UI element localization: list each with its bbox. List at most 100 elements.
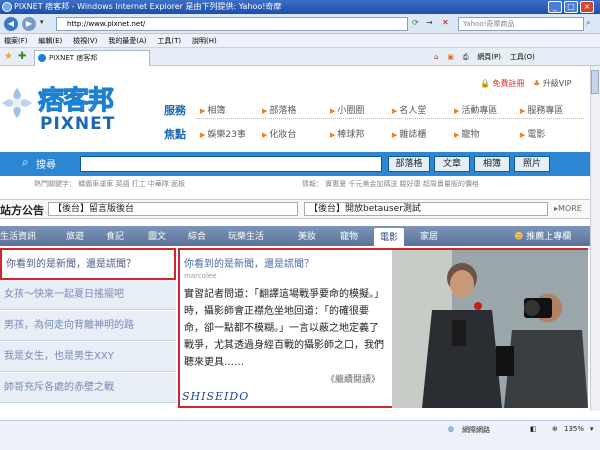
site-favicon-icon [38, 54, 46, 62]
tab-toolbar-row: ★ ✚ PIXNET 痞客邦 ⌂ ▣ ⎙ 網頁(P) 工具(O) [0, 48, 600, 66]
announcement-more-link[interactable]: ▸MORE [554, 204, 582, 213]
nav-events[interactable]: 活動專區 [461, 106, 497, 116]
go-icon[interactable]: → [426, 18, 433, 27]
menu-tools[interactable]: 工具(T) [153, 34, 185, 48]
arrow-icon: ▶ [392, 107, 398, 115]
recent-pages-icon[interactable]: ▾ [40, 18, 44, 26]
tab-leisure[interactable]: 玩樂生活 [228, 229, 264, 242]
globe-icon: ◍ [448, 425, 455, 433]
list-item[interactable]: 我是女生，也是男生XXY [0, 342, 176, 372]
site-search-input[interactable] [80, 156, 382, 172]
protected-mode-icon: ◧ [530, 425, 537, 433]
zoom-dropdown-icon[interactable]: ▾ [590, 425, 594, 433]
pixnet-logo[interactable]: 痞客邦 PIXNET [0, 80, 150, 144]
arrow-icon: ▶ [330, 107, 336, 115]
address-bar[interactable]: http://www.pixnet.net/ [56, 17, 408, 31]
add-favorite-icon[interactable]: ✚ [18, 51, 26, 62]
announcement-item-1[interactable]: 【後台】留言版後台 [48, 202, 298, 216]
zoom-icon[interactable]: ⊕ [552, 425, 558, 433]
nav-baseball[interactable]: 棒球邦 [337, 130, 364, 140]
favorites-star-icon[interactable]: ★ [4, 51, 13, 62]
search-album-button[interactable]: 相簿 [474, 156, 510, 172]
nav-celebrity[interactable]: 名人堂 [399, 106, 426, 116]
logo-chinese: 痞客邦 [37, 86, 114, 117]
home-icon[interactable]: ⌂ [434, 53, 438, 61]
search-blog-button[interactable]: 部落格 [388, 156, 430, 172]
refresh-icon[interactable]: ⟳ [412, 18, 419, 27]
nav-category-services: 服務 [164, 104, 186, 117]
scrollbar-thumb[interactable] [591, 70, 599, 94]
feature-author[interactable]: marcolee [184, 272, 217, 280]
nav-category-focus: 焦點 [164, 128, 186, 141]
search-photo-button[interactable]: 照片 [514, 156, 550, 172]
menu-view[interactable]: 檢視(V) [69, 34, 101, 48]
focus-nav-row: 焦點 ▶ 娛樂23事 ▶ 化妝台 ▶ 棒球邦 ▶ 雜誌櫃 ▶ 寵物 ▶ 電影 [164, 126, 584, 142]
arrow-icon: ▶ [392, 131, 398, 139]
tab-pets[interactable]: 寵物 [340, 229, 358, 242]
register-link[interactable]: 免費註冊 [493, 79, 525, 88]
nav-pets[interactable]: 寵物 [461, 130, 479, 140]
nav-blog[interactable]: 部落格 [269, 106, 296, 116]
list-item-label: 你看到的是新聞，還是謊聞？ [6, 259, 136, 270]
print-icon[interactable]: ⎙ [463, 53, 469, 61]
close-button[interactable]: × [580, 1, 594, 13]
feature-photo[interactable] [392, 250, 588, 408]
nav-ent23[interactable]: 娛樂23事 [207, 130, 245, 140]
menu-edit[interactable]: 編輯(E) [34, 34, 66, 48]
hot-keywords[interactable]: 熱門關鍵字： 轎霸車運車 英語 打工 中華隊 面板 [34, 177, 185, 191]
menu-favorites[interactable]: 我的最愛(A) [104, 34, 150, 48]
stop-icon[interactable]: ✕ [442, 18, 449, 27]
page-scrollbar[interactable] [590, 66, 600, 411]
list-item[interactable]: 帥哥充斥各處的赤壁之戰 [0, 373, 176, 403]
tab-home[interactable]: 家居 [420, 229, 438, 242]
list-item[interactable]: 女孩～快來一起夏日搖擺吧 [0, 280, 176, 310]
tools-menu[interactable]: 工具(O) [510, 53, 535, 61]
zoom-level[interactable]: 135% [564, 425, 584, 433]
tab-food[interactable]: 食記 [106, 229, 124, 242]
vip-link[interactable]: 升級VIP [543, 79, 572, 88]
nav-group[interactable]: 小圈圈 [337, 106, 364, 116]
feature-title[interactable]: 你看到的是新聞，還是謊聞？ [184, 255, 314, 270]
maximize-button[interactable]: □ [564, 1, 578, 13]
list-item-label: 男孩，為何走向背離神明的路 [4, 320, 134, 331]
nav-service-zone[interactable]: 服務專區 [527, 106, 563, 116]
recommend-label: 推薦上專欄 [526, 232, 572, 242]
list-item[interactable]: 你看到的是新聞，還是謊聞？ [0, 248, 176, 280]
read-more-link[interactable]: 《繼續閱讀》 [326, 372, 380, 385]
list-item-label: 帥哥充斥各處的赤壁之戰 [4, 382, 114, 393]
web-page: 🔒 免費註冊 ♣ 升級VIP 痞客邦 PIXNET 服務 ▶ 相簿 ▶ 部落格 ▶ 小… [0, 66, 590, 411]
recommend-link[interactable]: ☻ 推薦上專欄 [514, 229, 571, 242]
tab-general[interactable]: 綜合 [188, 229, 206, 242]
search-box[interactable]: Yahoo!奇摩商品 [458, 17, 584, 31]
tab-movies-active[interactable]: 電影 [374, 228, 405, 246]
search-article-button[interactable]: 文章 [434, 156, 470, 172]
nav-makeup[interactable]: 化妝台 [269, 130, 296, 140]
arrow-icon: ▶ [454, 107, 460, 115]
list-item[interactable]: 男孩，為何走向背離神明的路 [0, 311, 176, 341]
search-go-icon[interactable]: ⌕ [586, 18, 590, 28]
arrow-icon: ▶ [520, 107, 526, 115]
minimize-button[interactable]: _ [548, 1, 562, 13]
tab-pixnet[interactable]: PIXNET 痞客邦 [34, 50, 150, 66]
announcement-item-2[interactable]: 【後台】開放betauser測試 [304, 202, 548, 216]
nav-magazine[interactable]: 雜誌櫃 [399, 130, 426, 140]
feeds-icon[interactable]: ▣ [447, 53, 454, 61]
tab-illustration[interactable]: 圖文 [148, 229, 166, 242]
shiseido-logo[interactable]: SHISEIDO [182, 390, 249, 403]
arrow-icon: ▶ [520, 131, 526, 139]
forward-button[interactable]: ▶ [22, 17, 36, 31]
tab-life[interactable]: 生活資訊 [0, 229, 36, 242]
tab-travel[interactable]: 旅遊 [66, 229, 84, 242]
tab-beauty[interactable]: 美妝 [298, 229, 316, 242]
hot-info[interactable]: 情報： 實惠夏 千元美金加碼送 駿好康 超周賣量販的價格 [302, 177, 479, 191]
menu-help[interactable]: 說明(H) [188, 34, 221, 48]
nav-movies[interactable]: 電影 [527, 130, 545, 140]
back-button[interactable]: ◀ [4, 17, 18, 31]
menu-file[interactable]: 檔案(F) [0, 34, 32, 48]
magnifier-icon: ⌕ [22, 155, 29, 169]
nav-album[interactable]: 相簿 [207, 106, 225, 116]
page-menu[interactable]: 網頁(P) [477, 53, 501, 61]
address-row: ◀ ▶ ▾ http://www.pixnet.net/ ⟳ → ✕ Yahoo… [0, 14, 600, 34]
list-item-label: 我是女生，也是男生XXY [4, 351, 114, 362]
feature-body: 實習記者問道：「翻譯這場戰爭要命的模擬。」時，攝影師會正襟危坐地回道：「的確很要… [184, 289, 384, 368]
